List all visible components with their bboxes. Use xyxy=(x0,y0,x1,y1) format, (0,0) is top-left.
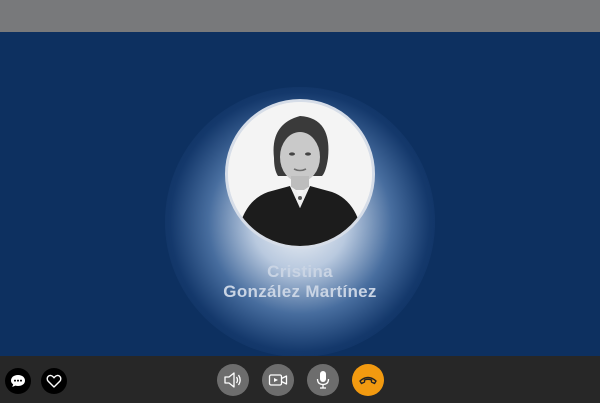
chat-button[interactable] xyxy=(5,368,31,394)
microphone-button[interactable] xyxy=(307,364,339,396)
microphone-icon xyxy=(315,370,331,390)
caller-last-name: González Martínez xyxy=(223,282,377,301)
caller-name: Cristina González Martínez xyxy=(0,262,600,302)
video-button[interactable] xyxy=(262,364,294,396)
call-stage: Cristina González Martínez xyxy=(0,32,600,356)
favorite-button[interactable] xyxy=(41,368,67,394)
speaker-button[interactable] xyxy=(217,364,249,396)
title-bar xyxy=(0,0,600,32)
video-camera-icon xyxy=(268,372,288,388)
chat-bubble-icon xyxy=(10,373,26,389)
caller-photo xyxy=(228,102,372,246)
caller-avatar xyxy=(225,99,375,249)
phone-hangup-icon xyxy=(358,374,378,386)
speaker-icon xyxy=(223,371,243,389)
hang-up-button[interactable] xyxy=(352,364,384,396)
caller-first-name: Cristina xyxy=(267,262,333,281)
call-controls-bar xyxy=(0,356,600,403)
heart-icon xyxy=(46,373,62,389)
